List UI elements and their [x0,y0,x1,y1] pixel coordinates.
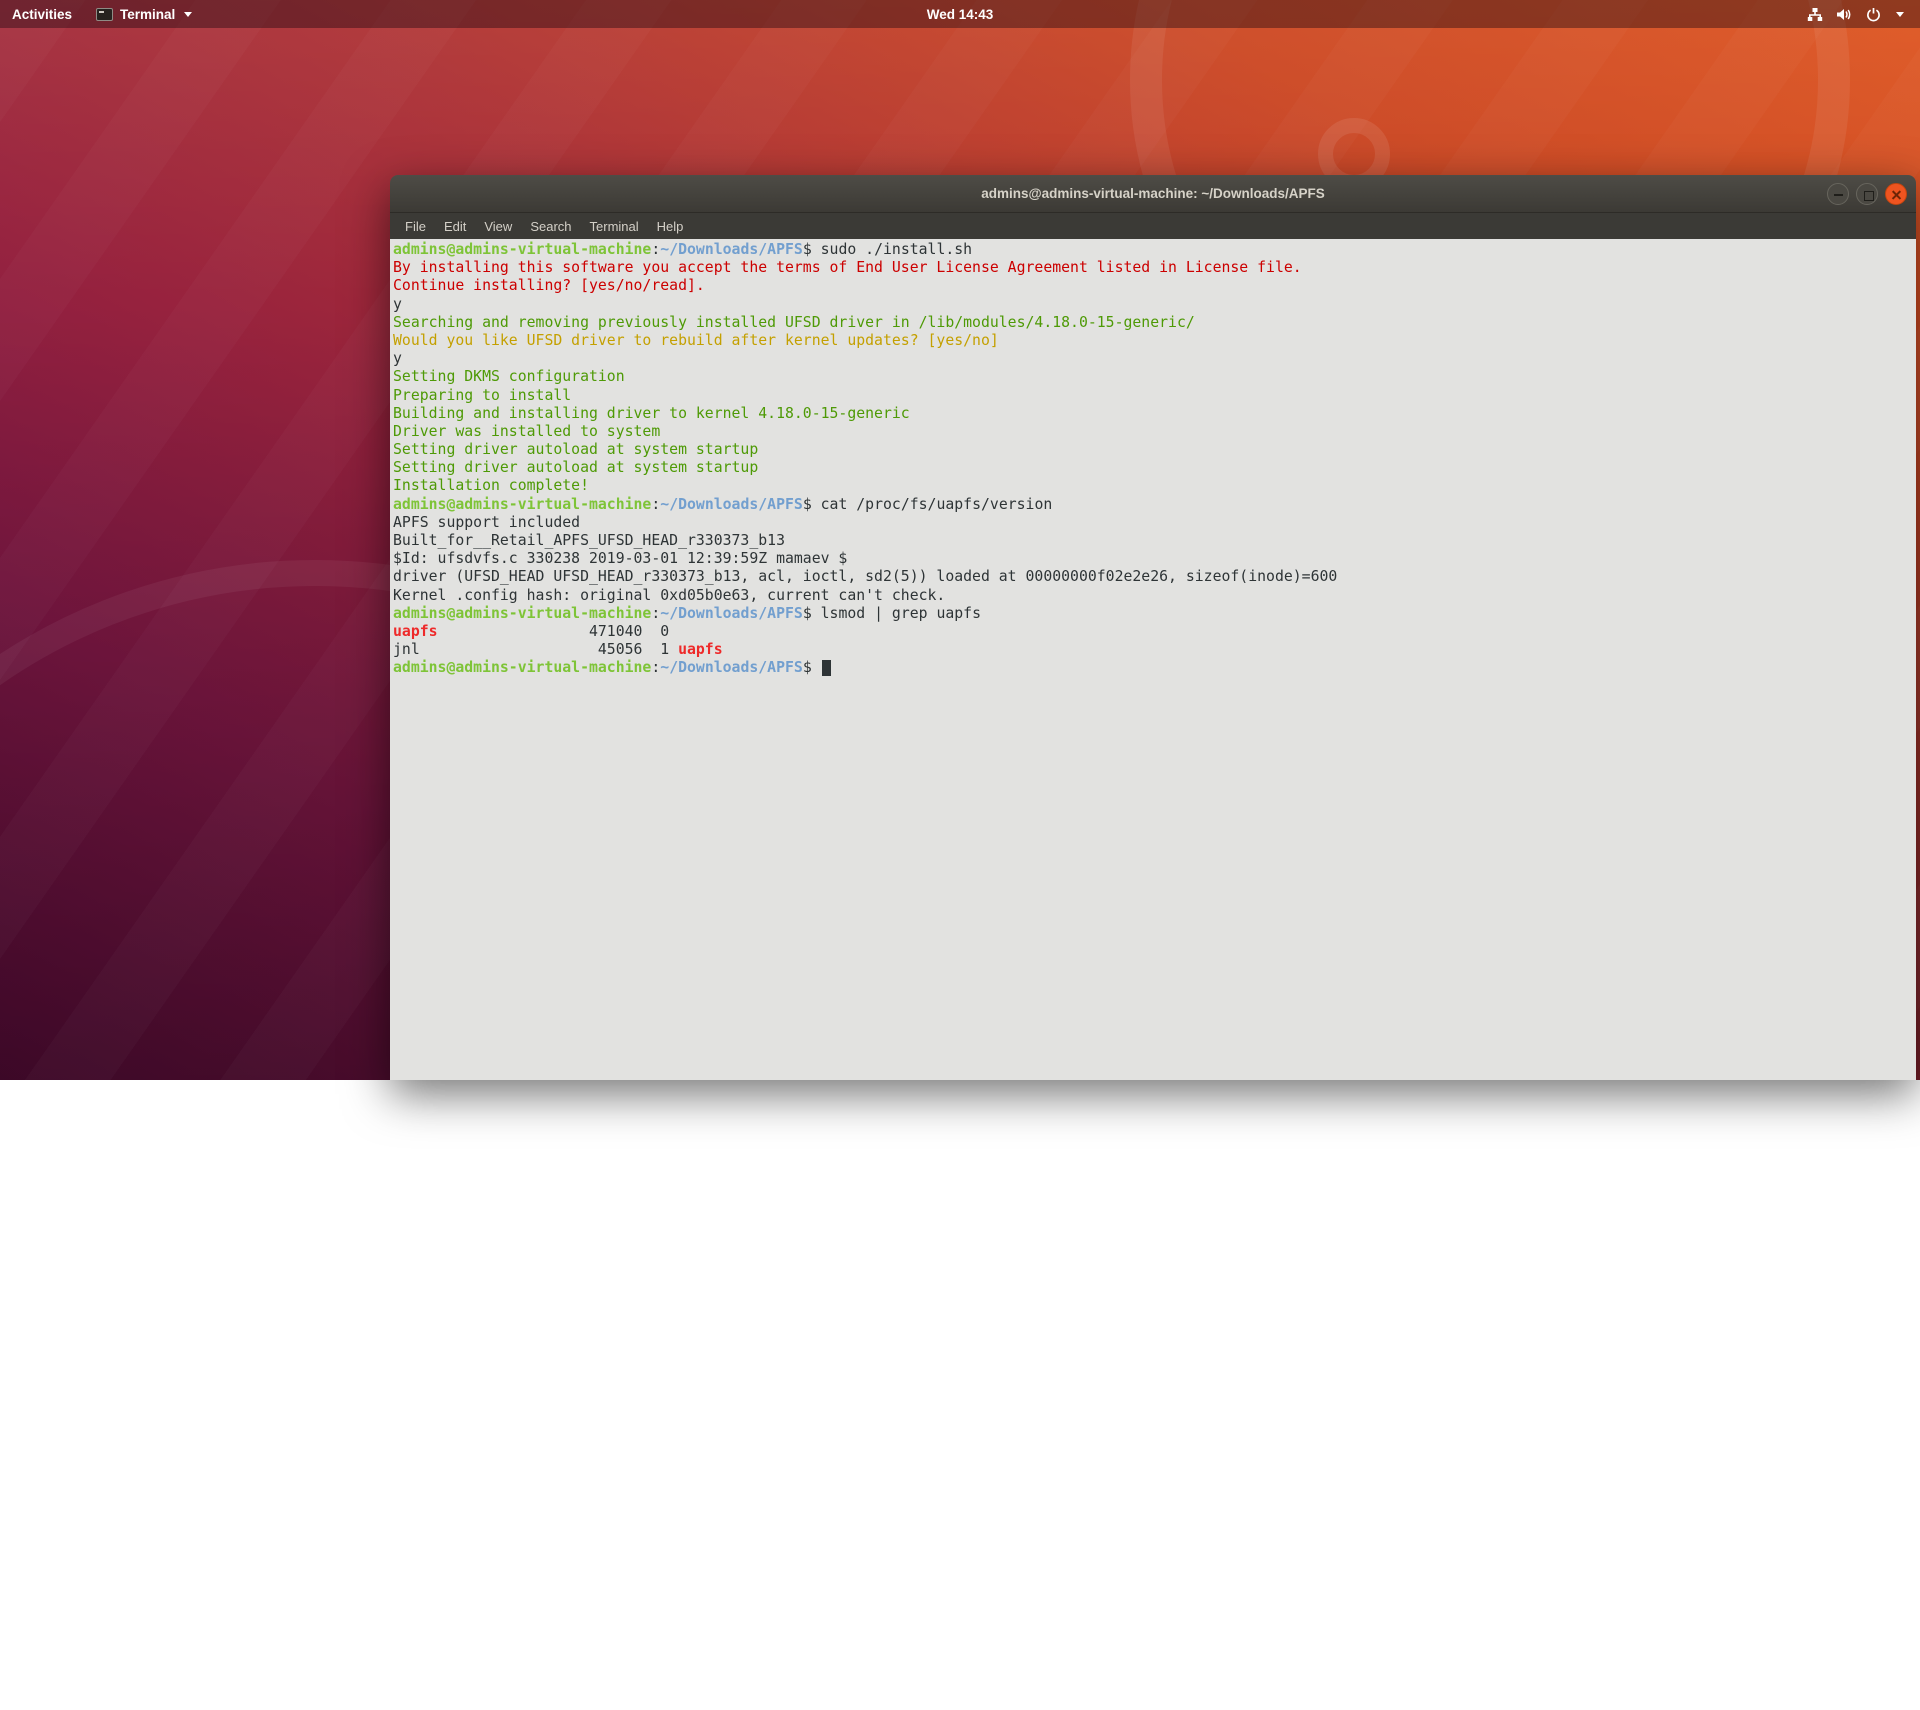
activities-button[interactable]: Activities [0,0,84,28]
terminal-text-segment: $ lsmod | grep uapfs [803,605,981,622]
terminal-text-segment: $ cat /proc/fs/uapfs/version [803,496,1052,513]
terminal-line: Driver was installed to system [393,423,1916,441]
terminal-line: $Id: ufsdvfs.c 330238 2019-03-01 12:39:5… [393,550,1916,568]
menu-item-file[interactable]: File [396,216,435,237]
system-tray[interactable] [1799,0,1912,28]
terminal-text-segment: Building and installing driver to kernel… [393,405,910,422]
terminal-text-segment: y [393,350,402,367]
terminal-text-segment: Continue installing? [yes/no/read]. [393,277,705,294]
terminal-line: Installation complete! [393,477,1916,495]
terminal-line: Setting driver autoload at system startu… [393,441,1916,459]
terminal-text-segment: Searching and removing previously instal… [393,314,1195,331]
terminal-text-segment: Setting DKMS configuration [393,368,625,385]
volume-icon [1836,7,1853,22]
terminal-line: Kernel .config hash: original 0xd05b0e63… [393,587,1916,605]
menu-item-view[interactable]: View [475,216,521,237]
terminal-icon [96,8,113,21]
terminal-text-segment: uapfs [393,623,438,640]
terminal-line: Continue installing? [yes/no/read]. [393,277,1916,295]
terminal-line: Preparing to install [393,387,1916,405]
menu-item-terminal[interactable]: Terminal [581,216,648,237]
terminal-text-segment: : [651,496,660,513]
terminal-text-segment: ~/Downloads/APFS [660,659,803,676]
terminal-line: y [393,296,1916,314]
terminal-line: Building and installing driver to kernel… [393,405,1916,423]
maximize-button[interactable] [1856,183,1878,205]
close-button[interactable] [1885,183,1907,205]
terminal-output[interactable]: admins@admins-virtual-machine:~/Download… [390,239,1916,1080]
terminal-cursor [822,660,831,676]
terminal-text-segment: jnl 45056 1 [393,641,678,658]
terminal-text-segment: : [651,659,660,676]
terminal-line: Setting DKMS configuration [393,368,1916,386]
terminal-text-segment: $Id: ufsdvfs.c 330238 2019-03-01 12:39:5… [393,550,847,567]
window-title: admins@admins-virtual-machine: ~/Downloa… [981,186,1325,201]
terminal-text-segment: $ sudo ./install.sh [803,241,972,258]
terminal-line: jnl 45056 1 uapfs [393,641,1916,659]
menu-item-help[interactable]: Help [648,216,693,237]
terminal-line: APFS support included [393,514,1916,532]
menu-item-edit[interactable]: Edit [435,216,475,237]
terminal-text-segment: APFS support included [393,514,580,531]
app-menu-label: Terminal [120,7,175,22]
terminal-line: Built_for__Retail_APFS_UFSD_HEAD_r330373… [393,532,1916,550]
terminal-text-segment: $ [803,659,821,676]
top-bar: Activities Terminal Wed 14:43 [0,0,1920,28]
terminal-text-segment: Driver was installed to system [393,423,660,440]
terminal-text-segment: ~/Downloads/APFS [660,241,803,258]
terminal-line: admins@admins-virtual-machine:~/Download… [393,241,1916,259]
terminal-line: uapfs 471040 0 [393,623,1916,641]
terminal-line: admins@admins-virtual-machine:~/Download… [393,659,1916,677]
menu-item-search[interactable]: Search [521,216,580,237]
terminal-line: By installing this software you accept t… [393,259,1916,277]
terminal-window: admins@admins-virtual-machine: ~/Downloa… [390,175,1916,1080]
terminal-text-segment: ~/Downloads/APFS [660,605,803,622]
window-controls [1827,183,1907,205]
terminal-text-segment: : [651,605,660,622]
clock-button[interactable]: Wed 14:43 [917,0,1004,28]
terminal-line: driver (UFSD_HEAD UFSD_HEAD_r330373_b13,… [393,568,1916,586]
power-icon [1866,7,1881,22]
chevron-down-icon [184,12,192,17]
terminal-text-segment: Built_for__Retail_APFS_UFSD_HEAD_r330373… [393,532,785,549]
terminal-text-segment: admins@admins-virtual-machine [393,496,651,513]
terminal-text-segment: admins@admins-virtual-machine [393,659,651,676]
terminal-text-segment: Setting driver autoload at system startu… [393,459,758,476]
terminal-text-segment: Kernel .config hash: original 0xd05b0e63… [393,587,945,604]
terminal-line: admins@admins-virtual-machine:~/Download… [393,605,1916,623]
network-icon [1807,7,1823,22]
terminal-line: y [393,350,1916,368]
terminal-text-segment: By installing this software you accept t… [393,259,1302,276]
menu-bar: File Edit View Search Terminal Help [390,213,1916,239]
activities-label: Activities [12,7,72,22]
terminal-text-segment: : [651,241,660,258]
terminal-line: Would you like UFSD driver to rebuild af… [393,332,1916,350]
minimize-button[interactable] [1827,183,1849,205]
clock-label: Wed 14:43 [927,7,994,22]
terminal-line: Searching and removing previously instal… [393,314,1916,332]
terminal-text-segment: admins@admins-virtual-machine [393,605,651,622]
terminal-text-segment: Setting driver autoload at system startu… [393,441,758,458]
terminal-line: Setting driver autoload at system startu… [393,459,1916,477]
terminal-text-segment: 471040 0 [438,623,670,640]
terminal-text-segment: y [393,296,402,313]
terminal-text-segment: admins@admins-virtual-machine [393,241,651,258]
terminal-text-segment: driver (UFSD_HEAD UFSD_HEAD_r330373_b13,… [393,568,1337,585]
terminal-text-segment: Would you like UFSD driver to rebuild af… [393,332,999,349]
title-bar[interactable]: admins@admins-virtual-machine: ~/Downloa… [390,175,1916,213]
terminal-line: admins@admins-virtual-machine:~/Download… [393,496,1916,514]
terminal-text-segment: Preparing to install [393,387,571,404]
terminal-text-segment: uapfs [678,641,723,658]
chevron-down-icon [1896,12,1904,17]
app-menu-button[interactable]: Terminal [84,0,204,28]
terminal-text-segment: Installation complete! [393,477,589,494]
terminal-text-segment: ~/Downloads/APFS [660,496,803,513]
